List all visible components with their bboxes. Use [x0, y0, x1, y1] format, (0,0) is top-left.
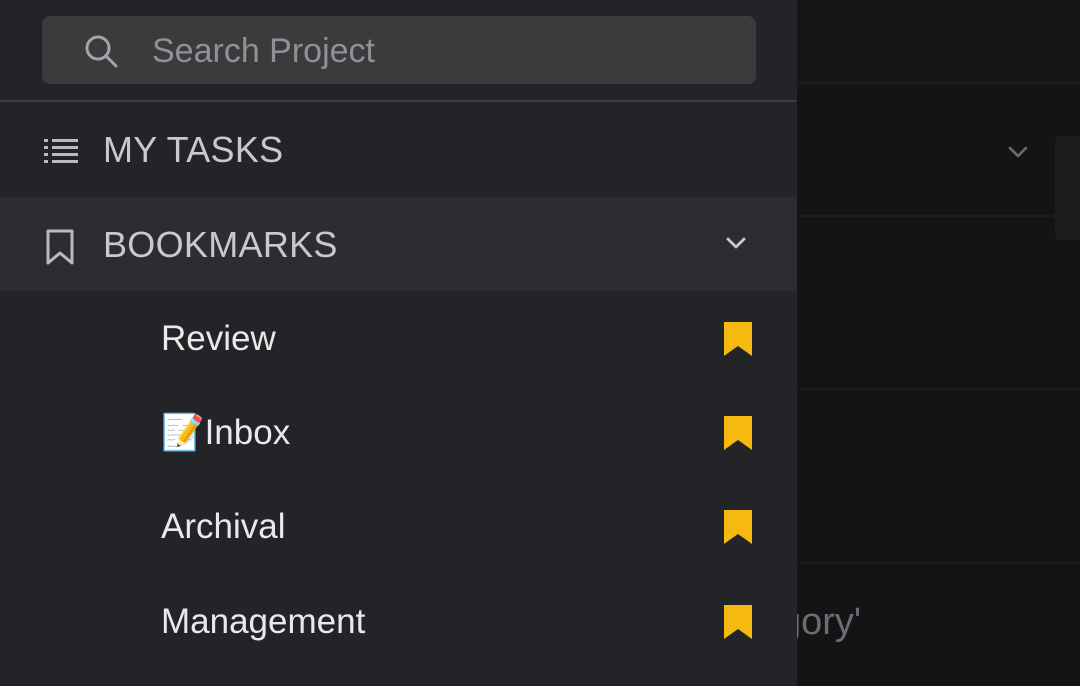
bookmark-filled-icon[interactable] — [724, 510, 752, 544]
search-input[interactable] — [150, 28, 734, 74]
chevron-down-icon[interactable] — [1004, 138, 1032, 166]
nav-item-bookmarks[interactable]: BOOKMARKS — [0, 197, 797, 291]
bookmark-item-label: Archival — [161, 507, 286, 546]
navigation-drawer: MY TASKS BOOKMARKS Review 📝Inbox Archiva… — [0, 0, 797, 686]
nav-item-label: BOOKMARKS — [103, 224, 338, 265]
divider — [797, 562, 1080, 564]
bookmark-item[interactable]: Management — [0, 575, 797, 669]
bookmark-item[interactable]: 📝Inbox — [0, 386, 797, 480]
divider — [797, 388, 1080, 390]
list-icon — [44, 139, 78, 163]
bookmark-outline-icon — [46, 229, 74, 265]
bookmark-item[interactable]: Review — [0, 292, 797, 386]
search-icon — [85, 35, 118, 68]
nav-item-my-tasks[interactable]: MY TASKS — [0, 102, 797, 196]
chevron-down-icon[interactable] — [722, 229, 750, 257]
bookmark-item-label: Management — [161, 602, 366, 641]
search-area — [0, 0, 797, 102]
search-box[interactable] — [42, 16, 756, 84]
bookmark-item[interactable]: Archival — [0, 480, 797, 574]
bookmark-filled-icon[interactable] — [724, 322, 752, 356]
background-card — [1055, 136, 1080, 240]
bookmark-filled-icon[interactable] — [724, 416, 752, 450]
background-row — [797, 84, 1080, 217]
nav-item-label: MY TASKS — [103, 129, 284, 170]
bookmark-item-label: Review — [161, 319, 276, 358]
bookmark-filled-icon[interactable] — [724, 605, 752, 639]
bookmark-item-label: 📝Inbox — [161, 413, 291, 452]
background-header — [797, 0, 1080, 84]
